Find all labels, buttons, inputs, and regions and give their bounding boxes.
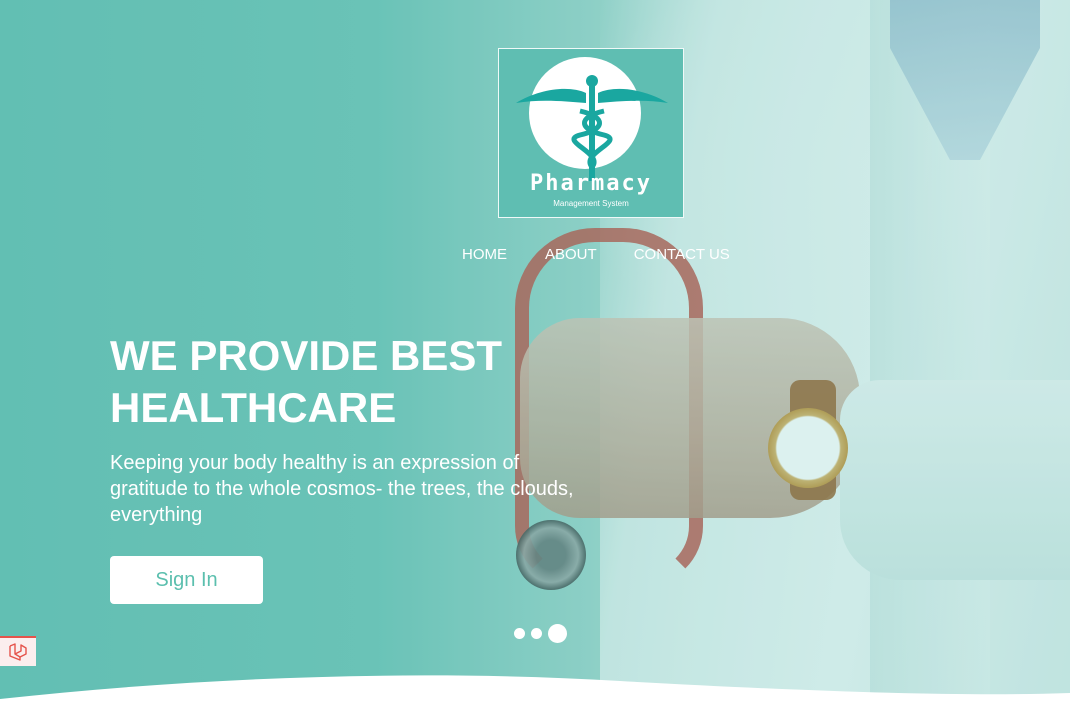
debugbar-badge[interactable] bbox=[0, 636, 36, 666]
pharmacy-logo[interactable]: Pharmacy Management System bbox=[498, 48, 684, 218]
laravel-icon bbox=[9, 643, 27, 661]
hero-headline: WE PROVIDE BEST HEALTHCARE bbox=[110, 332, 503, 431]
sign-in-button[interactable]: Sign In bbox=[110, 556, 263, 604]
bottom-wave-divider bbox=[0, 675, 1070, 701]
carousel-dot-3-active[interactable] bbox=[548, 624, 567, 643]
nav-home-link[interactable]: HOME bbox=[462, 246, 507, 263]
hero-section: Pharmacy Management System HOME ABOUT CO… bbox=[0, 0, 1070, 701]
main-nav: HOME ABOUT CONTACT US bbox=[462, 246, 730, 263]
carousel-dot-1[interactable] bbox=[514, 628, 525, 639]
logo-subtitle: Management System bbox=[553, 199, 629, 208]
nav-about-link[interactable]: ABOUT bbox=[545, 246, 597, 263]
nav-contact-link[interactable]: CONTACT US bbox=[634, 246, 730, 263]
logo-title: Pharmacy bbox=[530, 171, 652, 196]
carousel-dot-2[interactable] bbox=[531, 628, 542, 639]
carousel-indicators bbox=[514, 624, 567, 643]
hero-tagline: Keeping your body healthy is an expressi… bbox=[110, 452, 574, 526]
caduceus-icon bbox=[516, 75, 668, 181]
